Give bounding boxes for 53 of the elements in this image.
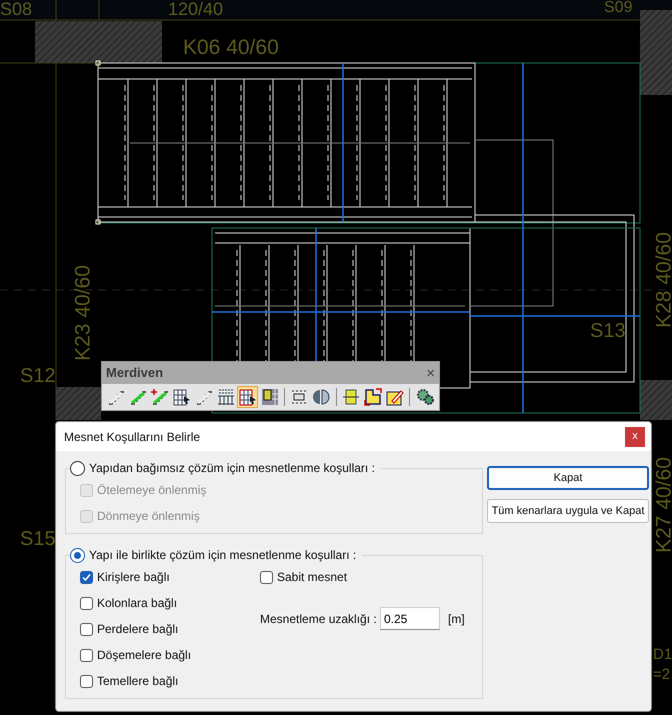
plan-label: K27 40/60: [654, 457, 672, 553]
l-shape-icon: [364, 388, 382, 406]
plan-label: S15: [20, 529, 56, 549]
toolbar-title: Merdiven: [106, 364, 164, 382]
close-button[interactable]: ×: [426, 366, 435, 380]
plan-label: =2: [653, 667, 670, 682]
checkbox-option[interactable]: Kirişlere bağlı: [80, 568, 260, 586]
dialog-title: Mesnet Koşullarını Belirle: [64, 428, 200, 446]
checkbox-option[interactable]: Sabit mesnet: [260, 568, 465, 586]
field-label: Mesnetleme uzaklığı :: [260, 610, 378, 628]
radio-label[interactable]: Yapı ile birlikte çözüm için mesnetlenme koşulları :: [89, 546, 356, 564]
grid-pointer-icon: [238, 388, 257, 406]
checkbox[interactable]: [80, 596, 93, 610]
plan-label: K06 40/60: [183, 37, 279, 58]
plan-label: K28 40/60: [654, 232, 672, 328]
radio-label[interactable]: Yapıdan bağımsız çözüm için mesnetlenme koşulları :: [89, 459, 375, 477]
gears-icon: [416, 388, 434, 406]
plan-label: 120/40: [168, 0, 224, 18]
plan-label: D1: [653, 647, 672, 662]
checkbox-option[interactable]: Perdelere bağlı: [80, 620, 260, 638]
add-stair-icon: [151, 388, 170, 406]
plan-label: S09: [604, 0, 632, 16]
distance-input[interactable]: 0.25: [380, 607, 440, 630]
toolbar-button[interactable]: [414, 386, 436, 408]
toolbar-button[interactable]: [362, 386, 384, 408]
grid-pointer-icon: [173, 388, 192, 406]
checkbox[interactable]: [80, 648, 93, 662]
close-button[interactable]: x: [625, 426, 645, 446]
plan-label: S13: [590, 321, 626, 341]
check-icon: [82, 572, 91, 582]
checkbox[interactable]: [80, 570, 93, 584]
eraser-icon: [386, 388, 404, 406]
toolbar-button[interactable]: [259, 386, 280, 408]
checkbox[interactable]: [260, 570, 273, 584]
half-circles-icon: [312, 388, 330, 406]
toolbar-button[interactable]: [237, 386, 258, 408]
checkbox-option[interactable]: Döşemelere bağlı: [80, 646, 260, 664]
radio-button[interactable]: [70, 460, 85, 476]
dialog-button[interactable]: Tüm kenarlara uygula ve Kapat: [487, 499, 649, 523]
numbered-grid-icon: [216, 388, 235, 406]
radio-button[interactable]: [70, 548, 85, 562]
save-grid-icon: [260, 388, 279, 406]
cylinder-icon: [342, 388, 360, 406]
dialog-button[interactable]: Kapat: [487, 466, 649, 490]
unit-label: [m]: [448, 610, 465, 628]
dotted-frame-icon: [290, 388, 308, 406]
checkbox[interactable]: [80, 674, 93, 688]
plan-label: K23 40/60: [72, 265, 94, 361]
plan-label: S12: [20, 366, 56, 386]
checkbox[interactable]: [80, 622, 93, 636]
checkbox-option[interactable]: Temellere bağlı: [80, 672, 260, 690]
plan-label: S08: [0, 0, 32, 18]
checkbox-option[interactable]: Kolonlara bağlı: [80, 594, 260, 612]
